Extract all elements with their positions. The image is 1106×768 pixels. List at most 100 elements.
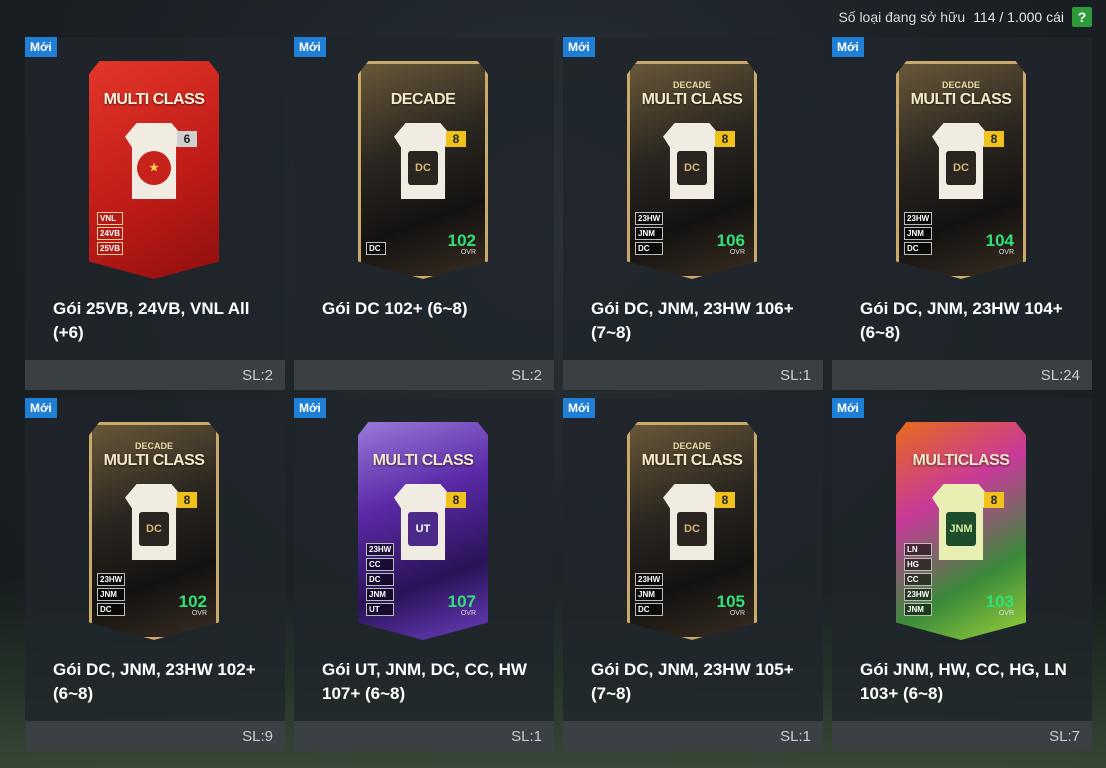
pack-quantity: SL:9 bbox=[242, 728, 273, 745]
ovr-label: OVR bbox=[998, 249, 1014, 256]
pack-quantity: SL:2 bbox=[511, 367, 542, 384]
crest-icon: DC bbox=[677, 512, 707, 546]
pack-name: Gói DC, JNM, 23HW 105+ (7~8) bbox=[591, 660, 794, 703]
upgrade-level-badge: 8 bbox=[984, 131, 1004, 147]
quantity-bar: SL:1 bbox=[294, 721, 554, 751]
pack-card-image: MULTI CLASS UT 8 23HW CC DC JNM UT 107 OVR bbox=[358, 422, 488, 640]
season-tag: CC bbox=[366, 558, 395, 571]
season-tag: 23HW bbox=[904, 588, 933, 601]
quantity-bar: SL:1 bbox=[563, 721, 823, 751]
pack-name: Gói UT, JNM, DC, CC, HW 107+ (6~8) bbox=[322, 660, 527, 703]
ovr-label: OVR bbox=[460, 249, 476, 256]
pack-name: Gói DC 102+ (6~8) bbox=[322, 299, 468, 318]
new-badge: Mới bbox=[563, 398, 595, 418]
card-subtitle: DECADE bbox=[672, 441, 711, 451]
jersey-icon: DC bbox=[125, 484, 183, 560]
pack-card-image: DECADE MULTI CLASS DC 8 23HW JNM DC 102 OVR bbox=[89, 422, 219, 640]
pack-tile[interactable]: Mới MULTI CLASS ★ 6 VNL 24VB 25VB Gói 25VB, 24V… bbox=[25, 37, 285, 390]
season-tag: DC bbox=[635, 603, 664, 616]
pack-tile[interactable]: Mới DECADE MULTI CLASS DC 8 23HW JNM DC 102 OVR Gó… bbox=[25, 398, 285, 751]
crest-icon: DC bbox=[139, 512, 169, 546]
owned-count: 114 / 1.000 cái bbox=[973, 9, 1064, 25]
season-tag: 23HW bbox=[635, 573, 664, 586]
upgrade-level-badge: 8 bbox=[446, 131, 466, 147]
season-tags: LN HG CC 23HW JNM bbox=[904, 543, 933, 616]
quantity-bar: SL:2 bbox=[294, 360, 554, 390]
season-tag: JNM bbox=[904, 603, 933, 616]
card-title: MULTI CLASS bbox=[103, 91, 205, 108]
jersey-icon: DC bbox=[932, 123, 990, 199]
season-tag: DC bbox=[366, 573, 395, 586]
pack-quantity: SL:1 bbox=[511, 728, 542, 745]
card-subtitle: DECADE bbox=[672, 80, 711, 90]
season-tags: 23HW JNM DC bbox=[97, 573, 126, 616]
crest-icon: DC bbox=[946, 151, 976, 185]
help-icon[interactable]: ? bbox=[1072, 7, 1092, 27]
crest-icon: DC bbox=[677, 151, 707, 185]
ovr-value: 106 bbox=[716, 231, 745, 250]
card-title: DECADE bbox=[390, 91, 456, 108]
new-badge: Mới bbox=[563, 37, 595, 57]
new-badge: Mới bbox=[294, 37, 326, 57]
season-tag: JNM bbox=[904, 227, 933, 240]
season-tags: 23HW JNM DC bbox=[635, 573, 664, 616]
ovr-rating: 107 OVR bbox=[448, 593, 476, 618]
upgrade-level-badge: 8 bbox=[715, 492, 735, 508]
season-tag: HG bbox=[904, 558, 933, 571]
pack-quantity: SL:7 bbox=[1049, 728, 1080, 745]
pack-tile[interactable]: Mới DECADE MULTI CLASS DC 8 23HW JNM DC 106 OVR Gó… bbox=[563, 37, 823, 390]
pack-tile[interactable]: Mới DECADE MULTI CLASS DC 8 23HW JNM DC 105 OVR Gó… bbox=[563, 398, 823, 751]
quantity-bar: SL:9 bbox=[25, 721, 285, 751]
pack-tile[interactable]: Mới MULTI CLASS UT 8 23HW CC DC JNM UT 107 OVR Gói … bbox=[294, 398, 554, 751]
season-tag: JNM bbox=[366, 588, 395, 601]
upgrade-level-badge: 6 bbox=[177, 131, 197, 147]
season-tags: DC bbox=[366, 242, 386, 255]
quantity-bar: SL:24 bbox=[832, 360, 1092, 390]
season-tag: DC bbox=[97, 603, 126, 616]
ovr-rating: 106 OVR bbox=[717, 232, 745, 257]
ovr-value: 104 bbox=[985, 231, 1014, 250]
card-title: MULTI CLASS bbox=[372, 452, 474, 469]
quantity-bar: SL:2 bbox=[25, 360, 285, 390]
new-badge: Mới bbox=[832, 398, 864, 418]
card-title: MULTI CLASS bbox=[641, 91, 743, 108]
season-tags: 23HW JNM DC bbox=[904, 212, 933, 255]
card-title: MULTICLASS bbox=[912, 452, 1010, 469]
pack-quantity: SL:1 bbox=[780, 728, 811, 745]
ovr-value: 102 bbox=[447, 231, 476, 250]
new-badge: Mới bbox=[25, 37, 57, 57]
pack-tile[interactable]: Mới DECADE MULTI CLASS DC 8 23HW JNM DC 104 OVR Gó… bbox=[832, 37, 1092, 390]
upgrade-level-badge: 8 bbox=[446, 492, 466, 508]
ovr-rating: 105 OVR bbox=[717, 593, 745, 618]
season-tags: VNL 24VB 25VB bbox=[97, 212, 124, 255]
jersey-icon: DC bbox=[663, 123, 721, 199]
pack-tile[interactable]: Mới DECADE DC 8 DC 102 OVR Gói DC 102+ (6~8) SL:… bbox=[294, 37, 554, 390]
season-tag: JNM bbox=[97, 588, 126, 601]
season-tag: LN bbox=[904, 543, 933, 556]
pack-name: Gói DC, JNM, 23HW 102+ (6~8) bbox=[53, 660, 256, 703]
season-tags: 23HW CC DC JNM UT bbox=[366, 543, 395, 616]
upgrade-level-badge: 8 bbox=[177, 492, 197, 508]
pack-tile[interactable]: Mới MULTICLASS JNM 8 LN HG CC 23HW JNM 103 OVR Gói … bbox=[832, 398, 1092, 751]
season-tag: VNL bbox=[97, 212, 124, 225]
card-subtitle: DECADE bbox=[134, 441, 173, 451]
pack-name: Gói DC, JNM, 23HW 106+ (7~8) bbox=[591, 299, 794, 342]
ovr-value: 107 bbox=[447, 592, 476, 611]
pack-card-image: DECADE MULTI CLASS DC 8 23HW JNM DC 104 OVR bbox=[896, 61, 1026, 279]
crest-icon: UT bbox=[408, 512, 438, 546]
new-badge: Mới bbox=[25, 398, 57, 418]
jersey-icon: UT bbox=[394, 484, 452, 560]
season-tag: 23HW bbox=[904, 212, 933, 225]
pack-card-image: MULTI CLASS ★ 6 VNL 24VB 25VB bbox=[89, 61, 219, 279]
season-tag: JNM bbox=[635, 588, 664, 601]
season-tag: 23HW bbox=[366, 543, 395, 556]
pack-card-image: DECADE MULTI CLASS DC 8 23HW JNM DC 105 OVR bbox=[627, 422, 757, 640]
upgrade-level-badge: 8 bbox=[715, 131, 735, 147]
pack-name: Gói DC, JNM, 23HW 104+ (6~8) bbox=[860, 299, 1063, 342]
season-tag: JNM bbox=[635, 227, 664, 240]
pack-quantity: SL:24 bbox=[1040, 367, 1080, 384]
new-badge: Mới bbox=[832, 37, 864, 57]
pack-card-image: DECADE DC 8 DC 102 OVR bbox=[358, 61, 488, 279]
season-tag: DC bbox=[635, 242, 664, 255]
card-title: MULTI CLASS bbox=[641, 452, 743, 469]
